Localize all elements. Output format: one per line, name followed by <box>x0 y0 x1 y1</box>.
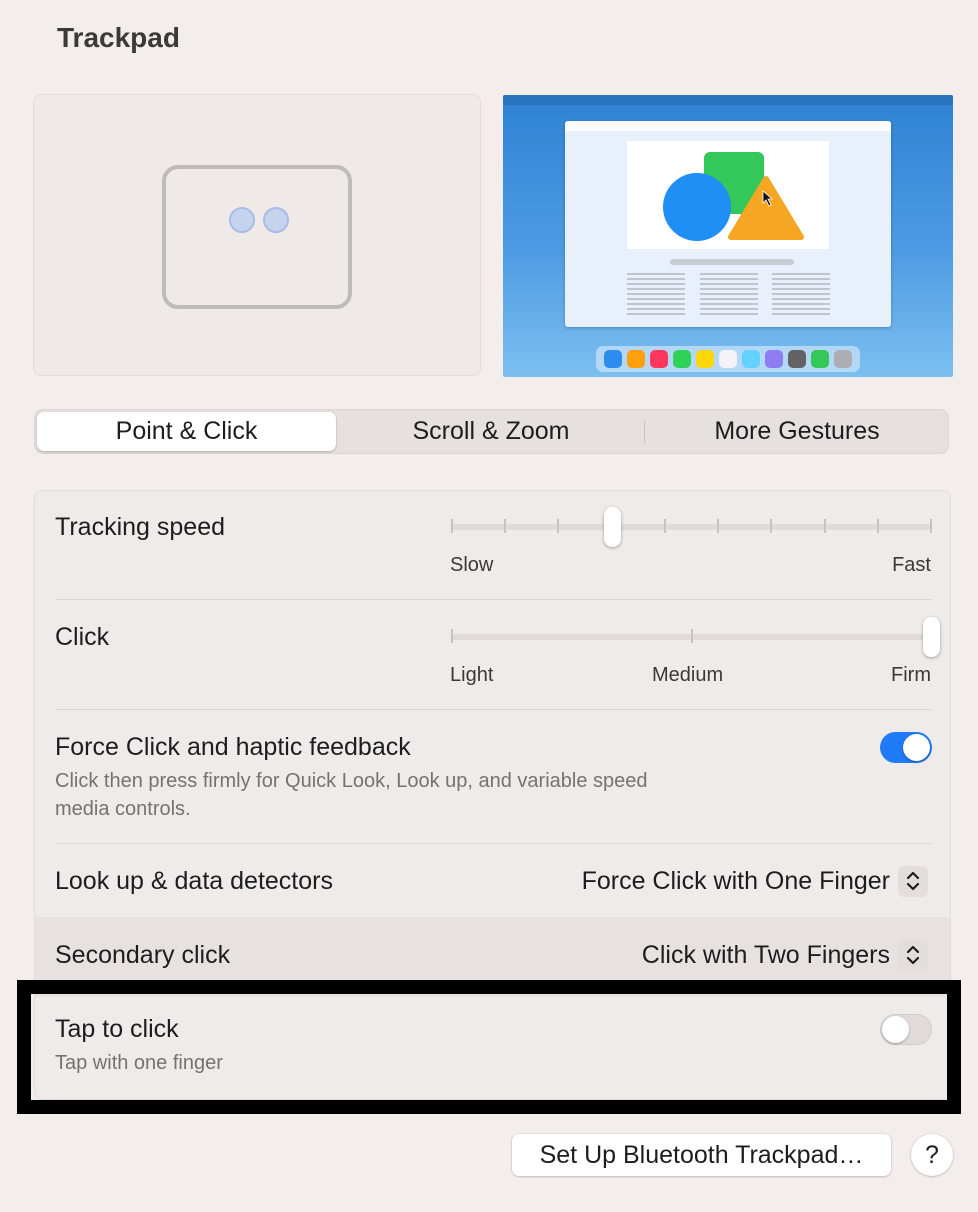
lookup-popup[interactable]: Force Click with One Finger <box>582 864 928 898</box>
preview-dock <box>596 346 860 372</box>
slider-thumb[interactable] <box>923 617 940 657</box>
click-label: Click <box>55 623 110 651</box>
up-down-chevron-icon <box>898 939 928 971</box>
preview-document-window <box>565 121 891 327</box>
secondary-click-popup[interactable]: Click with Two Fingers <box>642 938 928 972</box>
finder-app-icon <box>604 350 622 368</box>
gesture-preview-panel <box>33 94 481 376</box>
preview-menubar <box>503 95 953 105</box>
tracking-speed-max-label: Fast <box>892 554 931 576</box>
slider-tick <box>663 519 666 533</box>
slider-tick <box>504 519 507 533</box>
app-icon <box>765 350 783 368</box>
app-icon <box>811 350 829 368</box>
two-finger-trackpad-icon <box>162 165 352 309</box>
app-icon <box>719 350 737 368</box>
secondary-click-value: Click with Two Fingers <box>641 940 890 969</box>
lookup-label: Look up & data detectors <box>55 867 333 895</box>
app-icon <box>696 350 714 368</box>
finger-dot <box>263 207 289 233</box>
force-click-description: media controls. <box>55 798 191 820</box>
tab-bar: Point & Click Scroll & Zoom More Gesture… <box>34 409 949 454</box>
slider-tick <box>690 629 693 643</box>
divider <box>55 843 932 844</box>
highlight-frame <box>17 980 961 1114</box>
toggle-knob <box>903 734 930 761</box>
tab-point-and-click[interactable]: Point & Click <box>37 412 336 451</box>
click-medium-label: Medium <box>652 664 724 686</box>
slider-thumb[interactable] <box>603 507 621 547</box>
tab-more-gestures[interactable]: More Gestures <box>647 412 947 451</box>
slider-tick <box>557 519 560 533</box>
divider <box>55 709 932 710</box>
tracking-speed-slider[interactable] <box>451 503 932 553</box>
app-icon <box>673 350 691 368</box>
page-title: Trackpad <box>57 22 180 53</box>
force-click-toggle[interactable] <box>880 732 932 763</box>
tab-separator <box>644 421 645 443</box>
slider-tick <box>876 519 879 533</box>
app-icon <box>742 350 760 368</box>
divider <box>55 599 932 600</box>
slider-track <box>451 524 932 530</box>
tracking-speed-min-label: Slow <box>450 554 494 576</box>
slider-tick <box>770 519 773 533</box>
set-up-bluetooth-trackpad-button[interactable]: Set Up Bluetooth Trackpad… <box>512 1134 891 1176</box>
slider-tick <box>451 519 453 533</box>
up-down-chevron-icon <box>898 865 928 897</box>
tab-scroll-and-zoom[interactable]: Scroll & Zoom <box>341 412 641 451</box>
preview-canvas <box>627 141 829 249</box>
desktop-preview-illustration <box>503 95 953 377</box>
click-light-label: Light <box>450 664 494 686</box>
app-icon <box>834 350 852 368</box>
tracking-speed-label: Tracking speed <box>55 513 225 541</box>
slider-tick <box>823 519 826 533</box>
click-pressure-slider[interactable] <box>451 613 940 663</box>
force-click-label: Force Click and haptic feedback <box>55 733 411 761</box>
slider-tick <box>717 519 720 533</box>
slider-tick <box>451 629 453 643</box>
app-icon <box>650 350 668 368</box>
click-firm-label: Firm <box>891 664 931 686</box>
shapes-illustration <box>663 152 804 241</box>
slider-tick <box>930 519 932 533</box>
force-click-description: Click then press firmly for Quick Look, … <box>55 770 648 792</box>
lookup-value: Force Click with One Finger <box>581 866 890 895</box>
app-icon <box>627 350 645 368</box>
help-button[interactable]: ? <box>911 1134 953 1176</box>
app-icon <box>788 350 806 368</box>
secondary-click-label: Secondary click <box>55 941 231 969</box>
finger-dot <box>229 207 255 233</box>
